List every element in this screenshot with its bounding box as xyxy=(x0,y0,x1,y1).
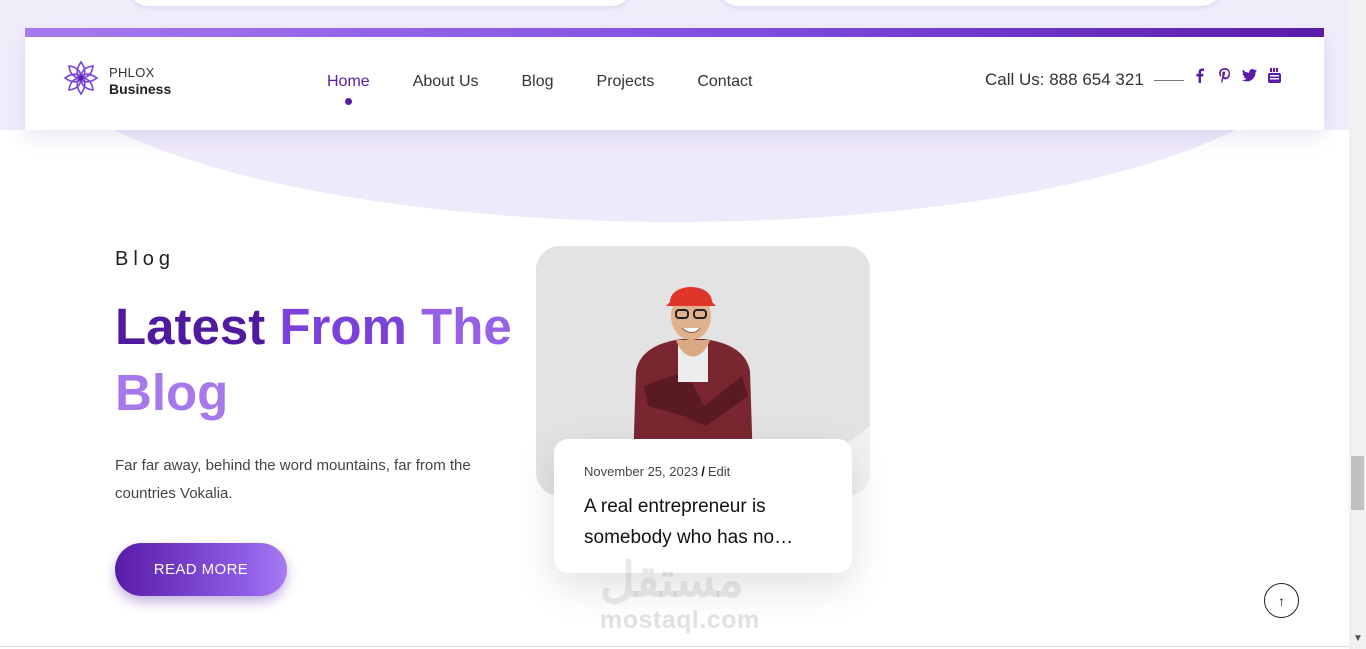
headline-word-4: Blog xyxy=(115,364,229,421)
nav-item-projects[interactable]: Projects xyxy=(597,73,655,91)
headline-word-3: The xyxy=(421,298,512,355)
headline-word-2: From xyxy=(279,298,407,355)
twitter-icon[interactable] xyxy=(1237,69,1262,82)
logo-line-1: PHLOX xyxy=(109,64,155,80)
post-title[interactable]: A real entrepreneur is somebody who has … xyxy=(584,491,829,553)
youtube-icon[interactable] xyxy=(1262,68,1287,83)
section-headline: Latest From The Blog xyxy=(115,294,535,426)
nav-item-home[interactable]: Home xyxy=(327,73,370,105)
main-nav: Home About Us Blog Projects Contact xyxy=(327,73,795,105)
active-indicator-dot xyxy=(345,98,353,105)
lotus-logo-icon xyxy=(59,56,103,105)
watermark-arabic: مستقل xyxy=(600,554,744,607)
watermark-latin: mostaql.com xyxy=(600,606,760,634)
nav-projects-label: Projects xyxy=(596,73,655,90)
scroll-to-top-button[interactable]: ↑ xyxy=(1264,583,1299,618)
social-links xyxy=(1187,68,1287,83)
section-description: Far far away, behind the word mountains,… xyxy=(115,457,471,502)
facebook-icon[interactable] xyxy=(1187,68,1212,83)
headline-word-1: Latest xyxy=(115,298,266,355)
bottom-divider xyxy=(0,646,1349,647)
call-us: Call Us: 888 654 321 xyxy=(985,70,1184,90)
site-header: PHLOX Business Home About Us Blog Projec… xyxy=(25,28,1324,130)
section-kicker: Blog xyxy=(115,248,176,270)
nav-blog-label: Blog xyxy=(521,73,554,90)
post-date[interactable]: November 25, 2023 xyxy=(584,464,698,479)
logo-line-2: Business xyxy=(109,80,172,97)
nav-home-label: Home xyxy=(327,73,370,90)
call-us-text: Call Us: 888 654 321 xyxy=(985,70,1144,89)
nav-item-blog[interactable]: Blog xyxy=(522,73,554,91)
read-more-button[interactable]: READ MORE xyxy=(115,543,287,596)
nav-contact-label: Contact xyxy=(697,73,753,90)
previous-section-card-right xyxy=(717,0,1223,6)
site-logo[interactable]: PHLOX Business xyxy=(59,56,171,105)
arrow-up-icon: ↑ xyxy=(1278,592,1285,609)
nav-item-contact[interactable]: Contact xyxy=(697,73,752,91)
edit-link[interactable]: Edit xyxy=(708,464,730,479)
previous-section-card-left xyxy=(127,0,633,6)
scroll-down-arrow-icon[interactable]: ▼ xyxy=(1353,633,1363,644)
nav-item-about-us[interactable]: About Us xyxy=(413,73,479,91)
header-accent-bar xyxy=(25,28,1324,37)
divider-line xyxy=(1153,79,1184,81)
page-scrollbar[interactable]: ▼ xyxy=(1349,0,1366,649)
scrollbar-thumb[interactable] xyxy=(1351,456,1364,510)
nav-about-label: About Us xyxy=(412,73,479,90)
meta-separator: / xyxy=(701,464,705,479)
pinterest-icon[interactable] xyxy=(1212,68,1237,83)
post-meta: November 25, 2023/Edit xyxy=(584,464,730,479)
